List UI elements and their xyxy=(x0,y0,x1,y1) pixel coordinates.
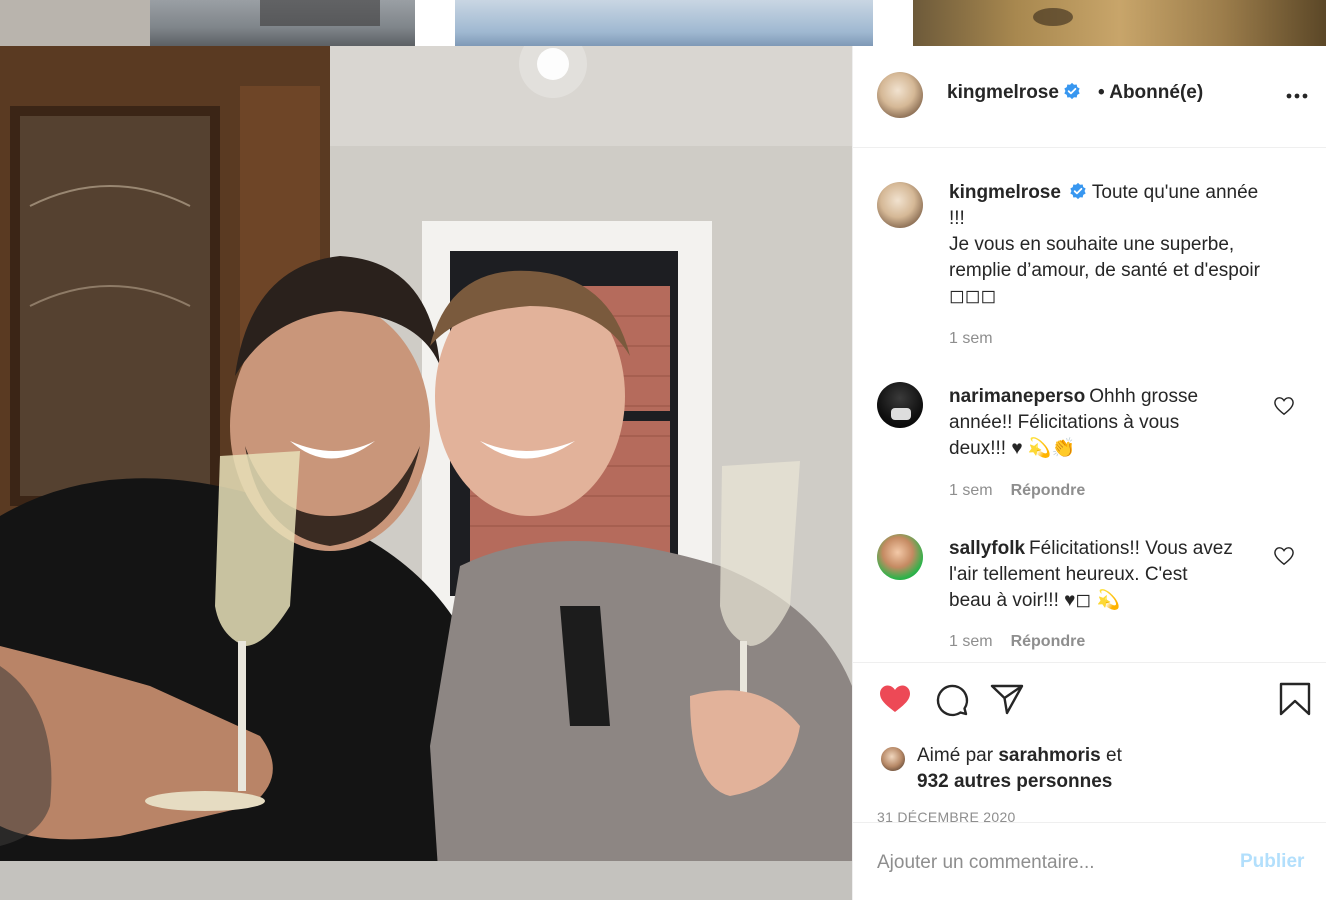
author-username[interactable]: kingmelrose xyxy=(947,82,1059,103)
comment-bubble-icon[interactable] xyxy=(933,681,969,717)
like-comment-heart-icon[interactable] xyxy=(1273,396,1295,416)
add-comment-bar: Publier xyxy=(853,822,1326,900)
comment-meta: 1 sem Répondre xyxy=(949,482,1085,500)
follow-status[interactable]: • Abonné(e) xyxy=(1098,82,1203,104)
comment-item: narimaneperso Ohhh grosse année!! Félicit… xyxy=(949,384,1279,462)
publish-button[interactable]: Publier xyxy=(1240,851,1304,873)
likes-summary[interactable]: Aimé par sarahmoris et 932 autres person… xyxy=(917,743,1122,795)
caption-text-line: remplie d’amour, de santé et d'espoir xyxy=(949,260,1260,281)
post-header: kingmelrose • Abonné(e) xyxy=(853,46,1326,148)
likes-prefix: Aimé par xyxy=(917,745,994,766)
paper-plane-icon[interactable] xyxy=(989,681,1025,717)
post-photo[interactable] xyxy=(0,46,852,900)
post-caption: kingmelrose Toute qu'une année !!! Je vo… xyxy=(949,180,1299,310)
comment-text: beau à voir!!! ♥◻ 💫 xyxy=(949,590,1121,611)
verified-badge-icon xyxy=(1064,82,1080,100)
comment-input[interactable] xyxy=(877,849,1207,877)
caption-text-line: Toute qu'une année xyxy=(1091,182,1259,203)
liker-username[interactable]: sarahmoris xyxy=(998,745,1100,766)
comment-text: Ohhh grosse xyxy=(1089,386,1199,407)
comment-timestamp[interactable]: 1 sem xyxy=(949,482,993,499)
author-avatar[interactable] xyxy=(877,72,923,118)
comment-meta: 1 sem Répondre xyxy=(949,633,1085,651)
commenter-avatar[interactable] xyxy=(877,534,923,580)
liker-avatar[interactable] xyxy=(879,745,907,773)
comment-text: Félicitations!! Vous avez xyxy=(1029,538,1233,559)
heart-filled-icon[interactable] xyxy=(877,681,913,717)
thumbnail-image xyxy=(913,0,1326,46)
caption-author-avatar[interactable] xyxy=(877,182,923,228)
photo-illustration xyxy=(0,46,852,900)
comment-item: sallyfolk Félicitations!! Vous avez l'air… xyxy=(949,536,1279,614)
caption-timestamp[interactable]: 1 sem xyxy=(949,330,993,348)
reply-button[interactable]: Répondre xyxy=(1011,633,1086,650)
reply-button[interactable]: Répondre xyxy=(1011,482,1086,499)
likes-others-count[interactable]: 932 autres personnes xyxy=(917,771,1112,792)
likes-conjunction: et xyxy=(1106,745,1122,766)
background-thumbnails xyxy=(0,0,1326,46)
comment-text: année!! Félicitations à vous xyxy=(949,412,1180,433)
like-comment-heart-icon[interactable] xyxy=(1273,546,1295,566)
caption-text-line: ◻◻◻ xyxy=(949,286,997,307)
comment-text: l'air tellement heureux. C'est xyxy=(949,564,1188,585)
thumbnail-image xyxy=(0,0,415,46)
post-side-panel: kingmelrose • Abonné(e) kingmelrose Tout… xyxy=(852,46,1326,900)
caption-username[interactable]: kingmelrose xyxy=(949,182,1061,203)
bookmark-icon[interactable] xyxy=(1277,681,1313,717)
verified-badge-icon xyxy=(1070,182,1086,200)
more-options-icon[interactable] xyxy=(1285,86,1309,106)
comment-timestamp[interactable]: 1 sem xyxy=(949,633,993,650)
commenter-username[interactable]: sallyfolk xyxy=(949,538,1025,559)
comment-text: deux!!! ♥ 💫👏 xyxy=(949,438,1076,459)
thumbnail-image xyxy=(455,0,873,46)
caption-text-line: !!! xyxy=(949,208,965,229)
commenter-username[interactable]: narimaneperso xyxy=(949,386,1085,407)
caption-text-line: Je vous en souhaite une superbe, xyxy=(949,234,1235,255)
commenter-avatar[interactable] xyxy=(877,382,923,428)
